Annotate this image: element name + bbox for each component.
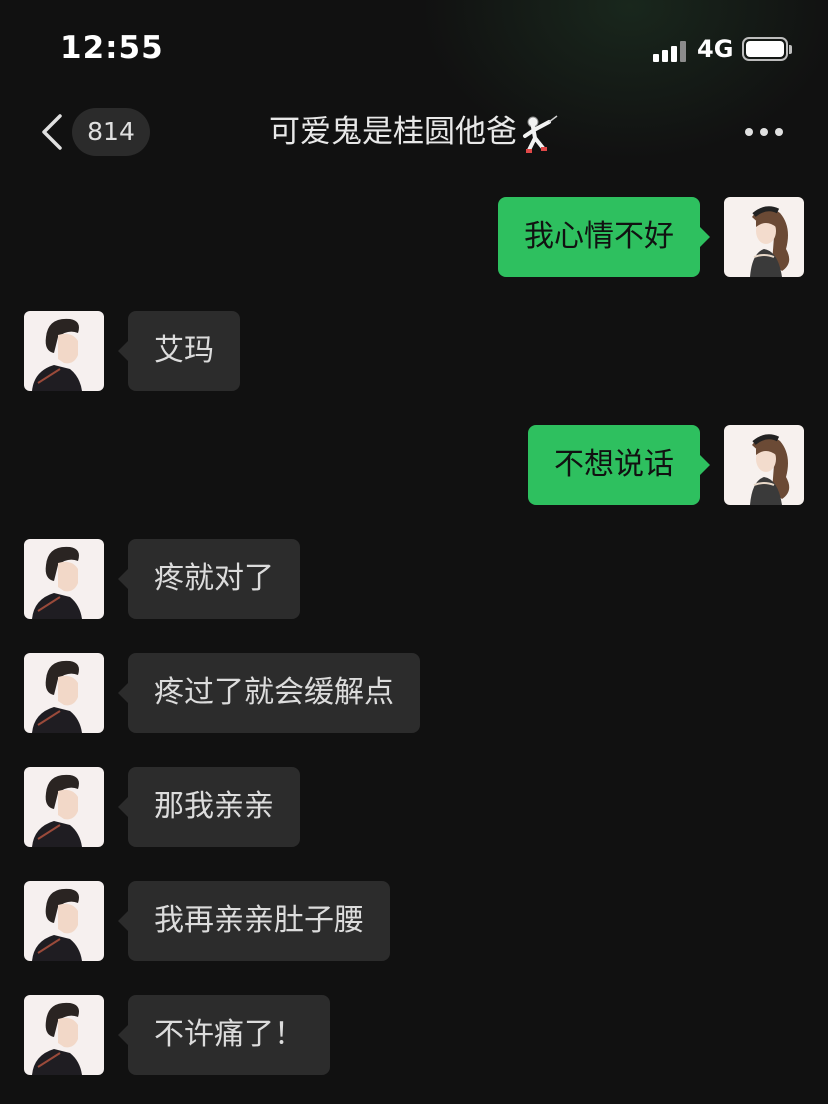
unread-count-badge[interactable]: 814 <box>72 108 150 156</box>
avatar-contact[interactable] <box>24 767 104 847</box>
more-options-button[interactable] <box>745 126 785 138</box>
network-type: 4G <box>697 35 734 63</box>
avatar-contact[interactable] <box>24 311 104 391</box>
message-incoming: 艾玛 <box>0 311 828 391</box>
battery-icon <box>742 37 792 61</box>
message-bubble[interactable]: 我心情不好 <box>498 197 710 277</box>
fencer-icon <box>523 114 558 153</box>
message-bubble[interactable]: 我再亲亲肚子腰 <box>118 881 390 961</box>
avatar-contact[interactable] <box>24 881 104 961</box>
message-incoming: 疼过了就会缓解点 <box>0 653 828 733</box>
message-outgoing: 我心情不好 <box>0 197 828 277</box>
message-incoming: 疼就对了 <box>0 539 828 619</box>
message-bubble[interactable]: 那我亲亲 <box>118 767 300 847</box>
message-bubble[interactable]: 疼就对了 <box>118 539 300 619</box>
avatar-contact[interactable] <box>24 539 104 619</box>
avatar-prince-icon <box>24 767 104 847</box>
avatar-self[interactable] <box>724 197 804 277</box>
status-time: 12:55 <box>60 30 164 66</box>
message-bubble[interactable]: 疼过了就会缓解点 <box>118 653 420 733</box>
avatar-prince-icon <box>24 539 104 619</box>
avatar-prince-icon <box>24 995 104 1075</box>
message-bubble[interactable]: 艾玛 <box>118 311 240 391</box>
message-incoming: 那我亲亲 <box>0 767 828 847</box>
signal-icon <box>653 40 689 62</box>
avatar-prince-icon <box>24 311 104 391</box>
message-bubble[interactable]: 不许痛了！ <box>118 995 330 1075</box>
message-bubble[interactable]: 不想说话 <box>528 425 710 505</box>
message-incoming: 不许痛了！ <box>0 995 828 1075</box>
chat-screen: 12:55 4G 814 可爱鬼是桂圆他爸 我心情不好 艾玛 不想说话 疼就对了… <box>0 0 828 1104</box>
avatar-prince-icon <box>24 881 104 961</box>
avatar-princess-icon <box>724 425 804 505</box>
avatar-self[interactable] <box>724 425 804 505</box>
avatar-prince-icon <box>24 653 104 733</box>
avatar-princess-icon <box>724 197 804 277</box>
chat-title-text: 可爱鬼是桂圆他爸 <box>269 114 517 150</box>
avatar-contact[interactable] <box>24 653 104 733</box>
avatar-contact[interactable] <box>24 995 104 1075</box>
chat-title: 可爱鬼是桂圆他爸 <box>200 110 628 154</box>
message-outgoing: 不想说话 <box>0 425 828 505</box>
message-incoming: 我再亲亲肚子腰 <box>0 881 828 961</box>
